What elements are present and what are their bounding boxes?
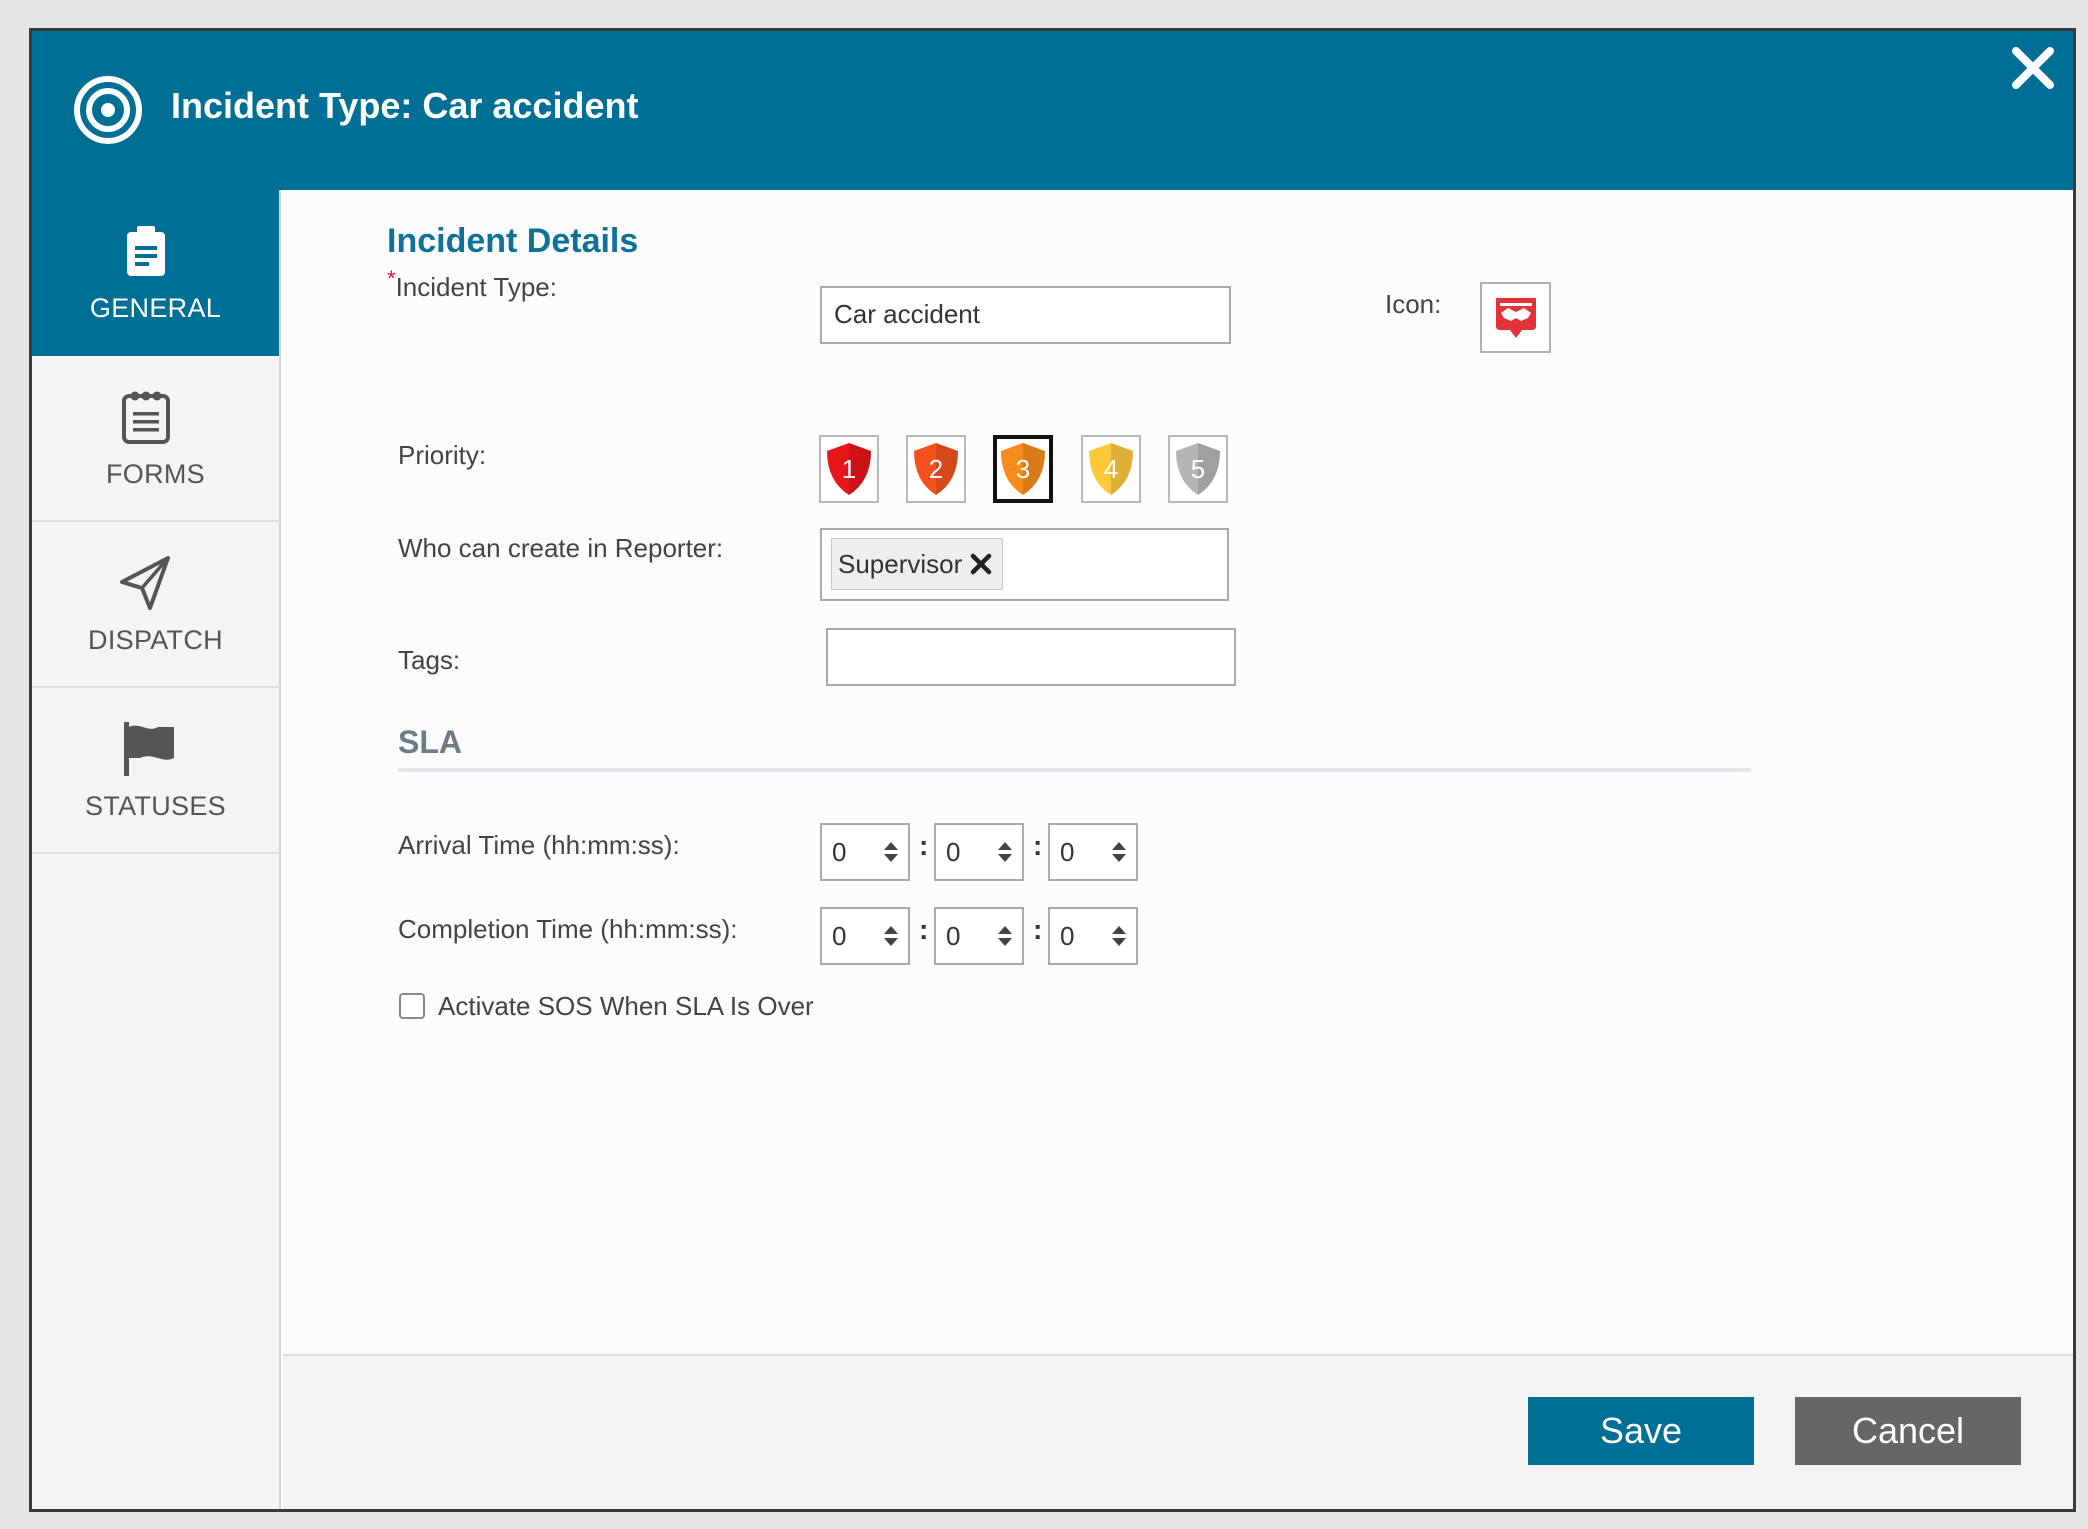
time-separator: : — [919, 830, 929, 861]
priority-number: 3 — [1016, 454, 1030, 484]
icon-label: Icon: — [1385, 289, 1442, 319]
sos-checkbox-label: Activate SOS When SLA Is Over — [438, 991, 814, 1021]
sos-checkbox[interactable] — [399, 993, 425, 1019]
priority-number: 4 — [1104, 454, 1118, 484]
dialog-title: Incident Type: Car accident — [171, 85, 639, 126]
stepper-arrows-icon[interactable] — [997, 841, 1013, 863]
flag-icon — [123, 722, 174, 776]
priority-option-2[interactable]: 2 — [906, 435, 966, 503]
close-icon[interactable] — [2010, 45, 2056, 91]
sidebar-item-label: DISPATCH — [88, 625, 223, 655]
tags-input[interactable] — [826, 628, 1236, 686]
priority-number: 2 — [929, 454, 943, 484]
completion-time-label: Completion Time (hh:mm:ss): — [398, 914, 738, 944]
icon-picker[interactable] — [1480, 282, 1551, 353]
time-separator: : — [919, 914, 929, 945]
priority-option-3[interactable]: 3 — [993, 435, 1053, 503]
sidebar-item-label: GENERAL — [89, 293, 222, 323]
sidebar-item-label: STATUSES — [85, 791, 226, 821]
sla-title: SLA — [398, 724, 462, 760]
shield-icon: 5 — [1176, 443, 1220, 495]
sidebar-item-statuses[interactable]: STATUSES — [32, 688, 279, 854]
reporter-label: Who can create in Reporter: — [398, 533, 724, 563]
tags-label: Tags: — [398, 645, 461, 675]
sidebar: GENERAL FORMS DISPATCH STATUSES — [32, 190, 281, 1509]
sidebar-item-general[interactable]: GENERAL — [32, 190, 279, 356]
priority-label: Priority: — [398, 440, 487, 470]
priority-option-1[interactable]: 1 — [819, 435, 879, 503]
priority-option-4[interactable]: 4 — [1081, 435, 1141, 503]
arrival-minutes-stepper[interactable]: 0 — [934, 823, 1024, 881]
cancel-button[interactable]: Cancel — [1795, 1397, 2021, 1465]
stepper-arrows-icon[interactable] — [997, 925, 1013, 947]
sidebar-item-forms[interactable]: FORMS — [32, 356, 279, 522]
reporter-chip: Supervisor — [831, 538, 1004, 590]
dialog-header: Incident Type: Car accident — [32, 31, 2073, 190]
arrival-seconds-stepper[interactable]: 0 — [1048, 823, 1138, 881]
shield-icon: 2 — [914, 443, 958, 495]
completion-seconds-stepper[interactable]: 0 — [1048, 907, 1138, 965]
completion-minutes-stepper[interactable]: 0 — [934, 907, 1024, 965]
dialog-footer: Save Cancel — [283, 1354, 2073, 1509]
sidebar-item-dispatch[interactable]: DISPATCH — [32, 522, 279, 688]
shield-icon: 1 — [827, 443, 871, 495]
stepper-arrows-icon[interactable] — [1111, 841, 1127, 863]
time-separator: : — [1033, 914, 1043, 945]
incident-type-input[interactable]: Car accident — [820, 286, 1231, 344]
stepper-arrows-icon[interactable] — [1111, 925, 1127, 947]
paper-plane-icon — [119, 556, 170, 610]
remove-chip-icon[interactable] — [970, 553, 992, 575]
target-icon — [74, 76, 142, 144]
general-panel: Incident Details *Incident Type: Car acc… — [283, 190, 2073, 1354]
priority-number: 5 — [1191, 454, 1205, 484]
incident-type-dialog: Incident Type: Car accident GENERAL FORM… — [29, 28, 2076, 1512]
incident-type-label: *Incident Type: — [387, 266, 557, 302]
priority-option-5[interactable]: 5 — [1168, 435, 1228, 503]
time-separator: : — [1033, 830, 1043, 861]
priority-number: 1 — [842, 454, 856, 484]
reporter-multiselect[interactable]: Supervisor — [820, 528, 1229, 601]
stepper-arrows-icon[interactable] — [883, 925, 899, 947]
shield-icon: 3 — [1001, 443, 1045, 495]
save-button[interactable]: Save — [1528, 1397, 1754, 1465]
arrival-hours-stepper[interactable]: 0 — [820, 823, 910, 881]
completion-hours-stepper[interactable]: 0 — [820, 907, 910, 965]
clipboard-icon — [126, 226, 165, 276]
car-accident-icon — [1496, 298, 1536, 338]
sla-divider — [398, 768, 1751, 772]
shield-icon: 4 — [1089, 443, 1133, 495]
sidebar-item-label: FORMS — [106, 459, 205, 489]
notepad-icon — [121, 391, 170, 444]
arrival-time-label: Arrival Time (hh:mm:ss): — [398, 830, 680, 860]
required-marker: * — [387, 266, 396, 291]
stepper-arrows-icon[interactable] — [883, 841, 899, 863]
section-title: Incident Details — [387, 222, 639, 260]
